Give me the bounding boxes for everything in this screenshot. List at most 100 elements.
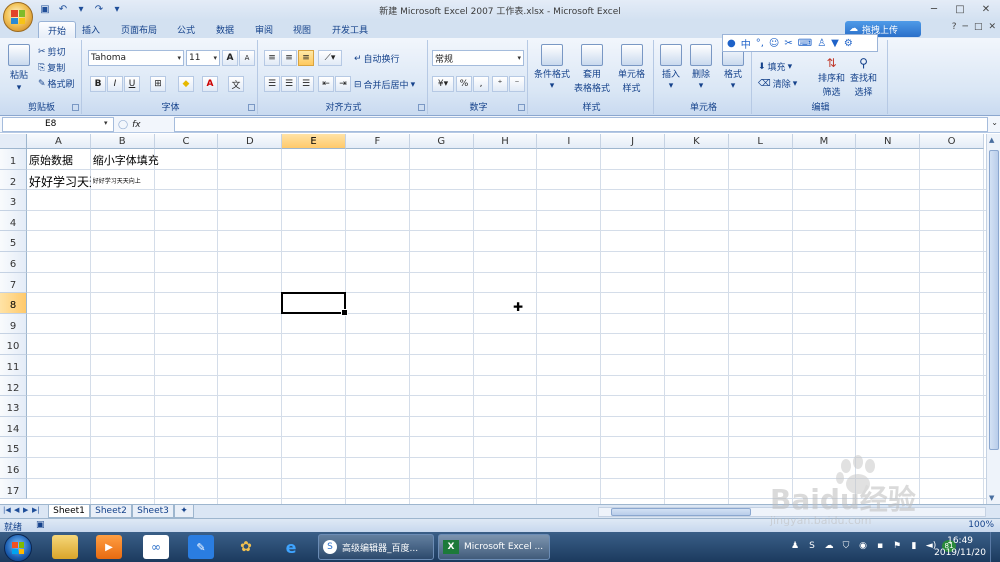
- tab-developer[interactable]: 开发工具: [327, 21, 373, 38]
- row-header-14[interactable]: 14: [0, 416, 27, 438]
- taskbar-task-editor[interactable]: S 高级编辑器_百度...: [318, 534, 434, 560]
- cell-b2[interactable]: 好好学习天天向上: [93, 170, 141, 191]
- column-header-a[interactable]: A: [27, 134, 91, 149]
- align-left-button[interactable]: ☰: [264, 76, 280, 92]
- increase-decimal-button[interactable]: ⁺: [492, 76, 508, 92]
- decrease-decimal-button[interactable]: ⁻: [509, 76, 525, 92]
- wechat-icon[interactable]: ◉: [857, 540, 869, 552]
- show-desktop-button[interactable]: [990, 532, 1000, 562]
- ie-browser-icon[interactable]: e: [278, 535, 304, 559]
- row-header-4[interactable]: 4: [0, 210, 27, 232]
- spreadsheet-grid[interactable]: A B C D E F G H I J K L M N O 1 2 3 4 5 6 7 8 9 10 11 12 13 14 15 16 17…: [0, 134, 986, 504]
- column-header-g[interactable]: G: [409, 134, 474, 149]
- accounting-format-button[interactable]: ¥▾: [432, 76, 454, 92]
- ime-lang-label[interactable]: 中: [741, 36, 751, 51]
- help-icon[interactable]: ?: [952, 22, 957, 32]
- folder-icon[interactable]: [52, 535, 78, 559]
- format-as-table-button[interactable]: 套用 表格格式: [574, 44, 610, 94]
- number-format-select[interactable]: 常规 ▾: [432, 50, 524, 66]
- dialog-launcher-icon[interactable]: [518, 104, 525, 111]
- sort-filter-button[interactable]: ⇅ 排序和 筛选: [818, 56, 845, 98]
- row-header-15[interactable]: 15: [0, 437, 27, 458]
- copy-button[interactable]: ⎘ 复制: [38, 61, 65, 75]
- select-all-corner[interactable]: [0, 134, 27, 149]
- workbook-close-icon[interactable]: ✕: [988, 22, 996, 32]
- prev-sheet-icon[interactable]: ◀: [14, 506, 19, 514]
- minimize-button[interactable]: ─: [922, 1, 946, 17]
- fill-color-button[interactable]: ◆: [178, 76, 194, 92]
- paste-button[interactable]: 粘贴 ▾: [8, 44, 30, 93]
- tab-data[interactable]: 数据: [211, 21, 239, 38]
- close-button[interactable]: ✕: [974, 1, 998, 17]
- flag-tray-icon[interactable]: ⚑: [891, 540, 903, 552]
- column-header-f[interactable]: F: [346, 134, 410, 149]
- align-middle-button[interactable]: ≡: [281, 50, 297, 66]
- column-header-m[interactable]: M: [792, 134, 857, 149]
- wrap-text-button[interactable]: ↵ 自动换行: [354, 52, 400, 66]
- cell-a2[interactable]: 好好学习天天向上: [29, 170, 91, 191]
- row-header-16[interactable]: 16: [0, 458, 27, 479]
- row-header-11[interactable]: 11: [0, 355, 27, 376]
- row-header-13[interactable]: 13: [0, 396, 27, 417]
- row-header-7[interactable]: 7: [0, 272, 27, 294]
- row-header-17[interactable]: 17: [0, 478, 27, 500]
- grow-font-button[interactable]: A: [222, 50, 238, 66]
- cloud-tray-icon[interactable]: ☁: [823, 540, 835, 552]
- column-header-l[interactable]: L: [728, 134, 793, 149]
- sheet-tab-3[interactable]: Sheet3: [132, 505, 174, 518]
- clear-button[interactable]: ⌫ 清除 ▾: [758, 77, 797, 91]
- column-header-h[interactable]: H: [473, 134, 538, 149]
- insert-sheet-button[interactable]: ✦: [174, 505, 194, 518]
- network-icon[interactable]: ▮: [908, 540, 920, 552]
- user-icon[interactable]: ●: [727, 38, 736, 49]
- row-header-12[interactable]: 12: [0, 375, 27, 397]
- increase-indent-button[interactable]: ⇥: [335, 76, 351, 92]
- scroll-up-icon[interactable]: ▲: [989, 136, 994, 144]
- border-button[interactable]: ⊞: [150, 76, 166, 92]
- row-header-9[interactable]: 9: [0, 313, 27, 335]
- monitor-icon[interactable]: ▪: [874, 540, 886, 552]
- dialog-launcher-icon[interactable]: [248, 104, 255, 111]
- tab-review[interactable]: 审阅: [250, 21, 278, 38]
- align-top-button[interactable]: ≡: [264, 50, 280, 66]
- insert-cells-button[interactable]: 插入 ▾: [660, 44, 682, 91]
- decrease-indent-button[interactable]: ⇤: [318, 76, 334, 92]
- settings-icon[interactable]: ⚙: [844, 38, 853, 49]
- column-header-e[interactable]: E: [282, 134, 346, 149]
- shield-icon[interactable]: ⛉: [840, 540, 852, 552]
- column-header-b[interactable]: B: [90, 134, 155, 149]
- column-header-k[interactable]: K: [665, 134, 729, 149]
- column-header-i[interactable]: I: [537, 134, 602, 149]
- fill-button[interactable]: ⬇ 填充 ▾: [758, 60, 792, 74]
- tab-formulas[interactable]: 公式: [172, 21, 200, 38]
- zoom-level[interactable]: 100%: [968, 520, 994, 530]
- column-header-d[interactable]: D: [218, 134, 283, 149]
- office-button[interactable]: [3, 2, 33, 32]
- first-sheet-icon[interactable]: |◀: [3, 506, 11, 514]
- active-cell-border[interactable]: [281, 292, 348, 316]
- column-header-j[interactable]: J: [601, 134, 665, 149]
- feather-note-icon[interactable]: ✎: [188, 535, 214, 559]
- column-header-o[interactable]: O: [920, 134, 984, 149]
- row-header-1[interactable]: 1: [0, 149, 27, 170]
- next-sheet-icon[interactable]: ▶: [23, 506, 28, 514]
- tab-home[interactable]: 开始: [38, 21, 76, 38]
- underline-button[interactable]: U: [124, 76, 140, 92]
- cell-styles-button[interactable]: 单元格 样式: [618, 44, 645, 94]
- italic-button[interactable]: I: [107, 76, 123, 92]
- formula-input[interactable]: [174, 117, 988, 132]
- merge-center-button[interactable]: ⊟ 合并后居中 ▾: [354, 78, 415, 92]
- comma-style-button[interactable]: ,: [473, 76, 489, 92]
- cell-b1[interactable]: 缩小字体填充: [93, 149, 159, 170]
- format-painter-button[interactable]: ✎ 格式刷: [38, 77, 75, 91]
- emoji-icon[interactable]: ☺: [769, 38, 779, 49]
- column-header-n[interactable]: N: [856, 134, 921, 149]
- row-header-2[interactable]: 2: [0, 169, 27, 191]
- ribbon-restore-icon[interactable]: □: [974, 22, 983, 32]
- sheet-tab-2[interactable]: Sheet2: [90, 505, 132, 518]
- maximize-button[interactable]: □: [948, 1, 972, 17]
- person-icon[interactable]: ♙: [817, 38, 826, 49]
- dialog-launcher-icon[interactable]: [72, 104, 79, 111]
- last-sheet-icon[interactable]: ▶|: [32, 506, 40, 514]
- horizontal-scrollbar[interactable]: [598, 507, 986, 517]
